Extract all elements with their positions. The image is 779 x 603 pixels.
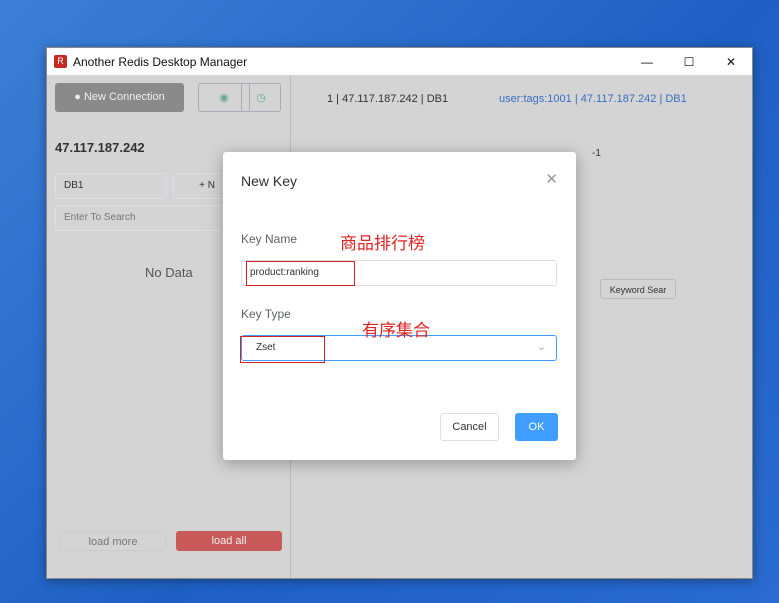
search-input[interactable]: Enter To Search [55, 205, 225, 231]
annotation-key-type: 有序集合 [362, 321, 430, 341]
keyword-search[interactable]: Keyword Sear [600, 279, 676, 299]
cancel-button[interactable]: Cancel [440, 413, 499, 441]
maximize-button[interactable]: ☐ [668, 55, 710, 69]
ttl-value: -1 [592, 148, 601, 159]
key-type-highlight [240, 336, 325, 363]
server-name: 47.117.187.242 [55, 140, 145, 155]
new-connection-button[interactable]: ● New Connection [55, 83, 184, 112]
annotation-key-name: 商品排行榜 [340, 234, 425, 254]
ok-button[interactable]: OK [515, 413, 558, 441]
load-more-button[interactable]: load more [60, 531, 166, 551]
close-button[interactable]: ✕ [710, 55, 752, 69]
load-all-button[interactable]: load all [176, 531, 282, 551]
tab-db1[interactable]: 1 | 47.117.187.242 | DB1 [327, 93, 448, 105]
title-bar: R Another Redis Desktop Manager — ☐ ✕ [47, 48, 752, 75]
no-data-text: No Data [145, 265, 193, 280]
minimize-button[interactable]: — [626, 55, 668, 69]
chevron-down-icon: ⌄ [537, 341, 547, 353]
tab-user-tags[interactable]: user:tags:1001 | 47.117.187.242 | DB1 [499, 93, 687, 105]
dialog-title: New Key [241, 173, 298, 189]
key-type-label: Key Type [241, 307, 291, 321]
close-icon[interactable]: ✕ [545, 170, 558, 188]
app-logo-icon: R [54, 55, 67, 68]
window-title: Another Redis Desktop Manager [73, 54, 248, 69]
key-name-label: Key Name [241, 232, 298, 246]
history-button[interactable]: ◷ [241, 83, 281, 112]
db-select[interactable]: DB1 [55, 173, 167, 199]
key-name-highlight [246, 261, 355, 286]
new-key-dialog: New Key ✕ Key Name product:ranking Key T… [223, 152, 576, 460]
